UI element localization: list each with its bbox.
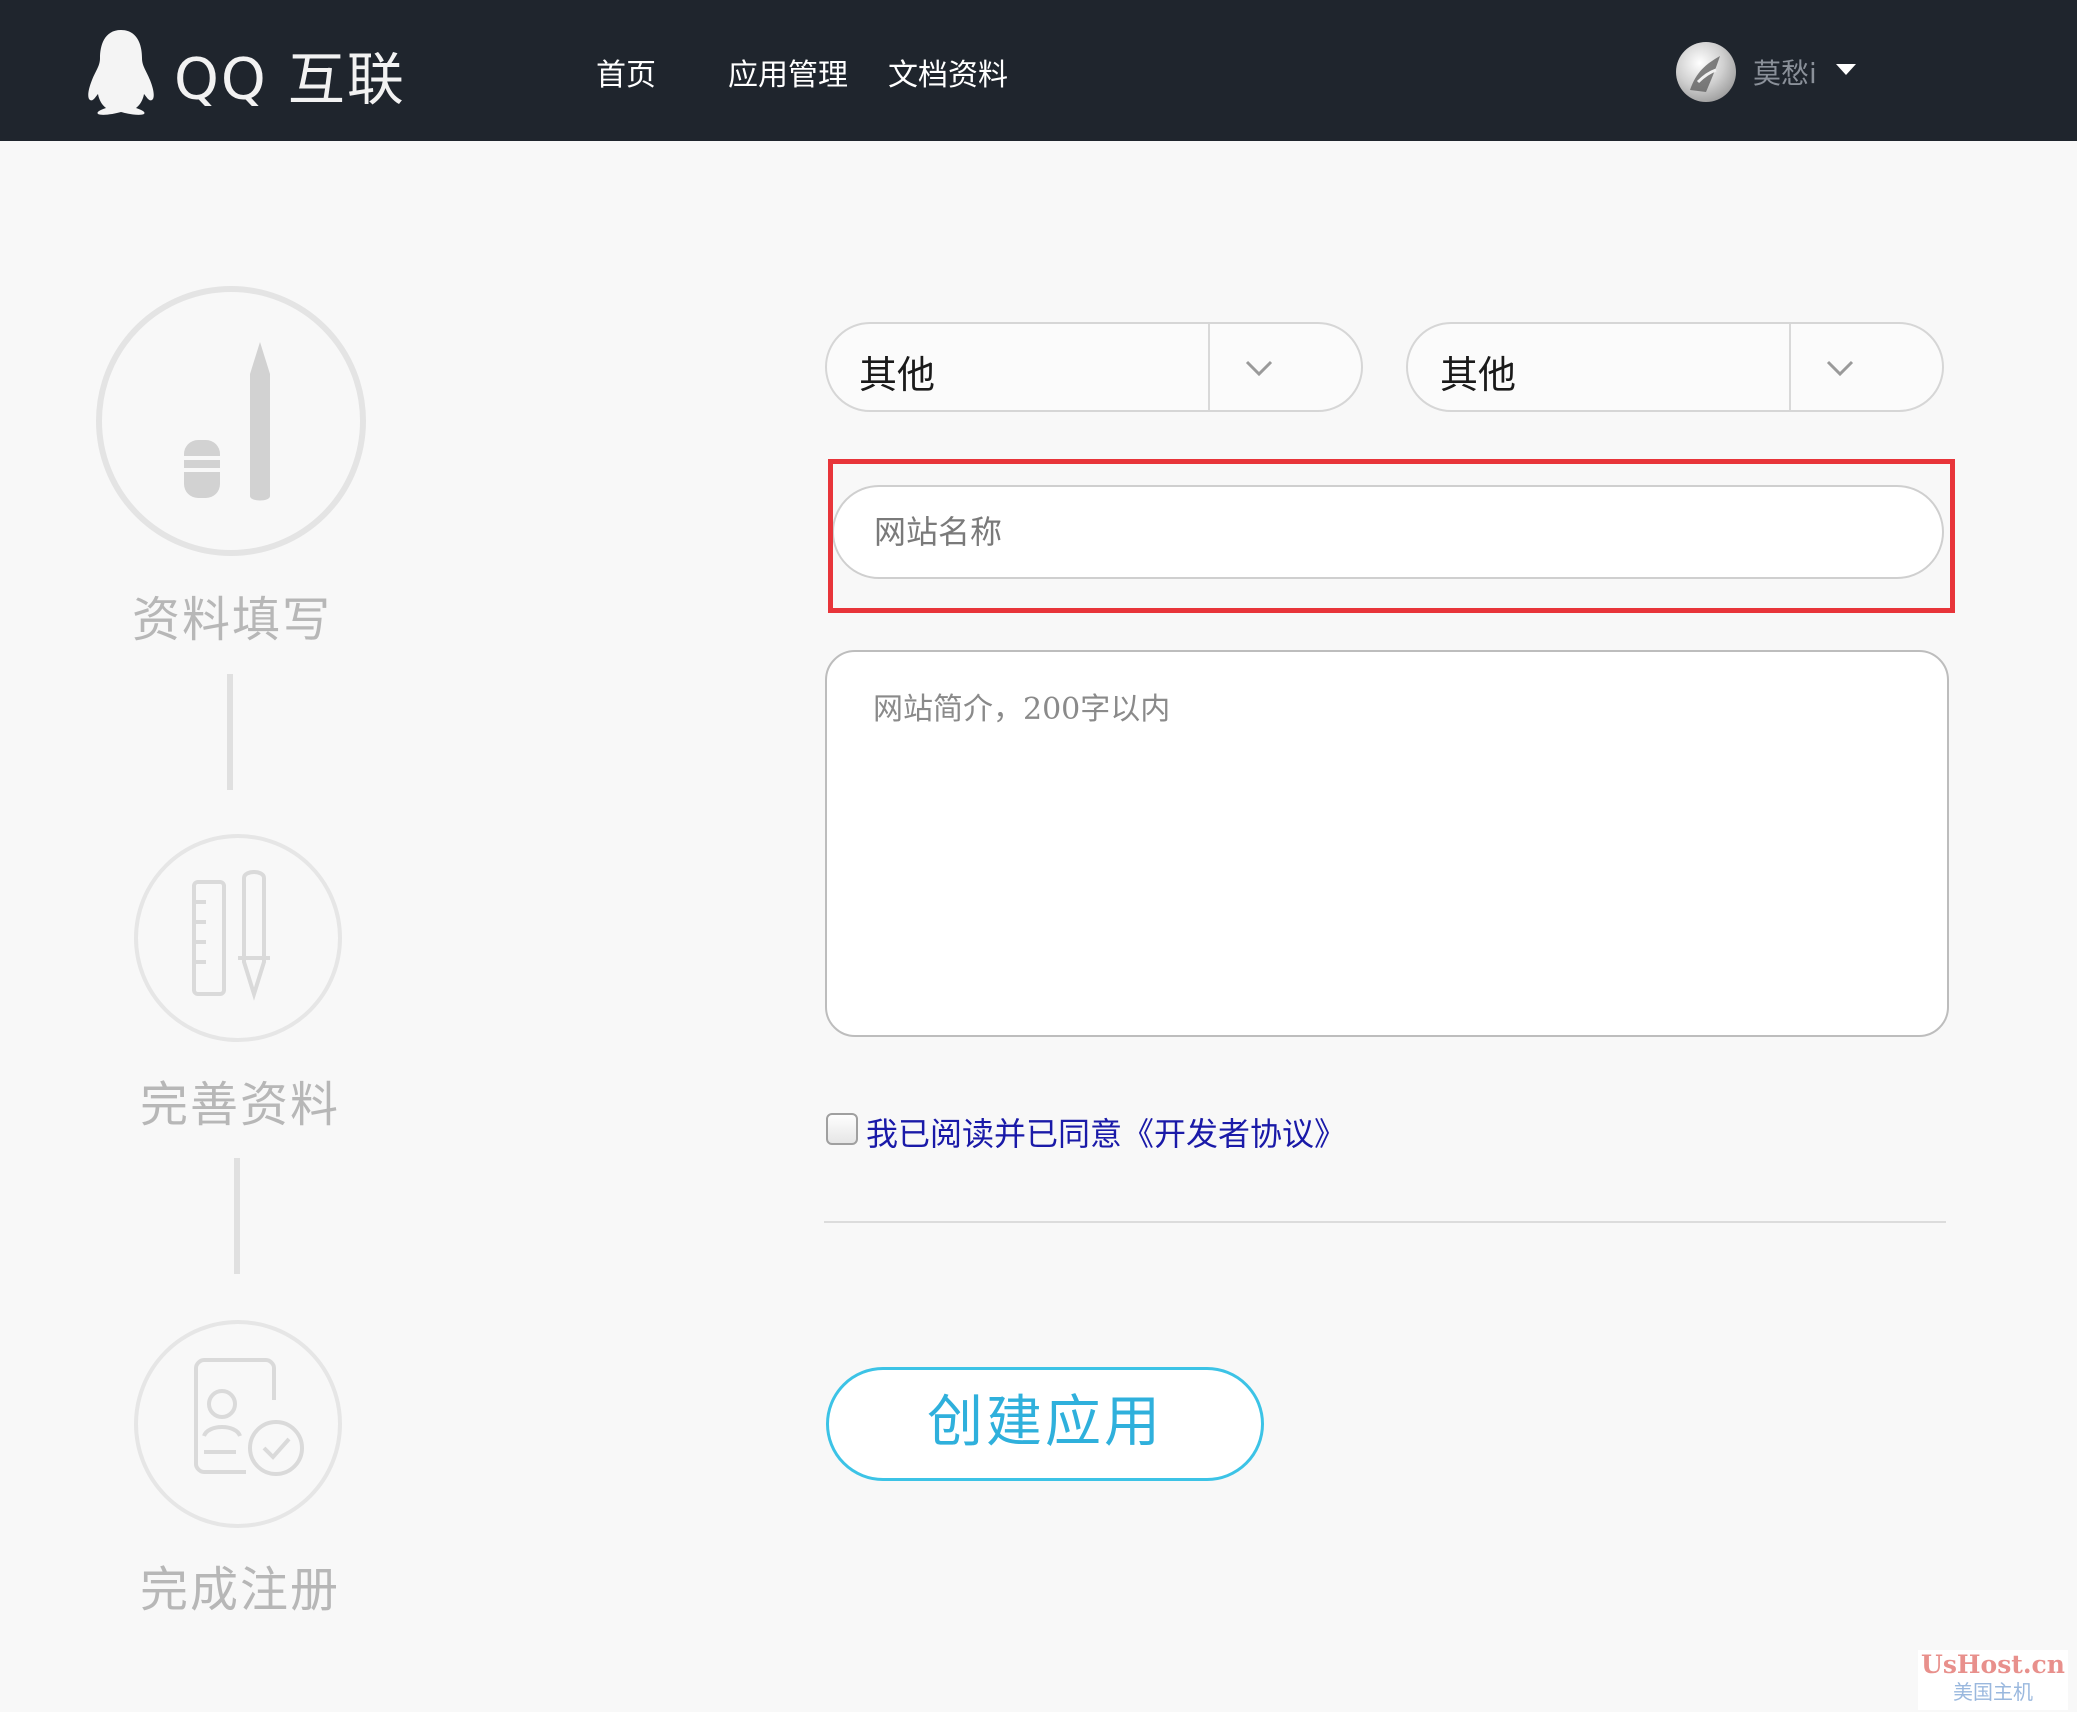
- step-1-label: 资料填写: [132, 592, 333, 648]
- pencil-eraser-icon: [184, 342, 270, 501]
- step-1-circle: [96, 286, 366, 556]
- developer-agreement-link[interactable]: 我已阅读并已同意《开发者协议》: [866, 1109, 1346, 1155]
- select-divider: [1208, 324, 1210, 410]
- category-primary-select[interactable]: 其他: [825, 322, 1363, 412]
- chevron-down-icon[interactable]: [1822, 356, 1858, 380]
- ruler-pen-icon: [192, 870, 270, 1001]
- nav-app-management[interactable]: 应用管理: [728, 50, 848, 94]
- category-secondary-value: 其他: [1440, 353, 1517, 397]
- site-description-textarea[interactable]: [825, 650, 1949, 1037]
- watermark-domain: UsHost.cn: [1921, 1650, 2065, 1679]
- category-primary-value: 其他: [859, 353, 936, 397]
- user-avatar[interactable]: [1676, 42, 1736, 102]
- create-app-button[interactable]: 创建应用: [826, 1367, 1264, 1481]
- user-menu-caret-icon[interactable]: [1836, 64, 1856, 75]
- nav-documentation[interactable]: 文档资料: [888, 50, 1008, 94]
- watermark-caption: 美国主机: [1953, 1680, 2033, 1704]
- profile-check-icon: [194, 1358, 304, 1476]
- step-connector: [234, 1158, 240, 1274]
- step-2-circle: [134, 834, 342, 1042]
- brand-name: QQ 互联: [174, 47, 406, 113]
- step-connector: [227, 674, 233, 790]
- qq-penguin-logo-icon[interactable]: [84, 26, 158, 116]
- nav-home[interactable]: 首页: [596, 50, 656, 94]
- avatar-image-icon: [1690, 56, 1720, 92]
- user-name[interactable]: 莫愁i: [1753, 52, 1817, 92]
- agreement-checkbox[interactable]: [826, 1113, 858, 1145]
- category-secondary-select[interactable]: 其他: [1406, 322, 1944, 412]
- chevron-down-icon[interactable]: [1241, 356, 1277, 380]
- form-divider: [824, 1221, 1946, 1223]
- step-2-label: 完善资料: [140, 1077, 341, 1133]
- step-3-label: 完成注册: [140, 1562, 341, 1618]
- select-divider: [1789, 324, 1791, 410]
- site-watermark: UsHost.cn 美国主机: [1918, 1650, 2068, 1710]
- highlight-annotation: [828, 459, 1955, 613]
- top-navbar: QQ 互联 首页 应用管理 文档资料 莫愁i: [0, 0, 2077, 141]
- step-3-circle: [134, 1320, 342, 1528]
